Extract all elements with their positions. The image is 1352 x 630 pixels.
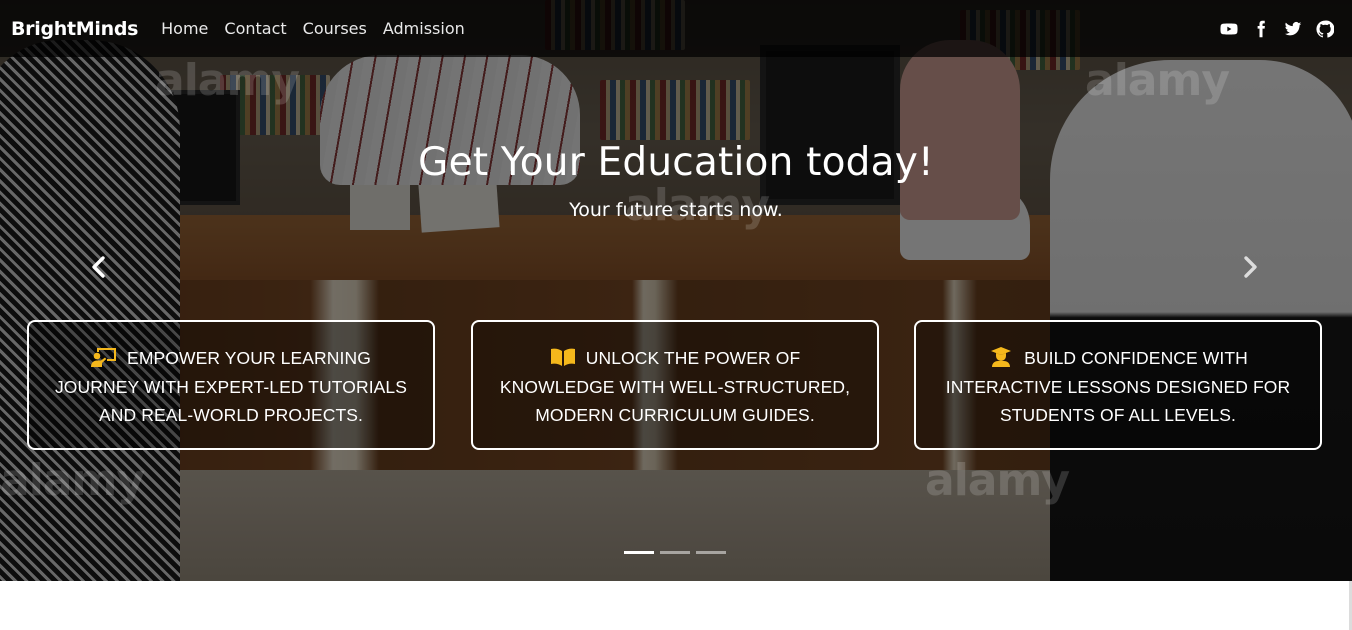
nav-link-home[interactable]: Home xyxy=(161,19,208,38)
feature-card: Empower your learning journey with exper… xyxy=(27,320,435,450)
carousel-indicator-1[interactable] xyxy=(624,551,654,554)
navbar: BrightMinds Home Contact Courses Admissi… xyxy=(0,0,1352,57)
page-content-area xyxy=(0,581,1352,630)
social-links xyxy=(1219,19,1341,39)
open-book-icon xyxy=(550,347,576,367)
hero-subtitle: Your future starts now. xyxy=(569,199,783,221)
nav-link-contact[interactable]: Contact xyxy=(224,19,286,38)
carousel-next-button[interactable] xyxy=(1235,250,1265,284)
twitter-icon[interactable] xyxy=(1283,19,1303,39)
nav-link-admission[interactable]: Admission xyxy=(383,19,465,38)
hero-carousel: alamy alamy alamy alamy alamy Get Your E… xyxy=(0,0,1352,581)
feature-cards: Empower your learning journey with exper… xyxy=(27,320,1323,450)
nav-link-courses[interactable]: Courses xyxy=(303,19,367,38)
feature-card: Build confidence with interactive lesson… xyxy=(914,320,1322,450)
carousel-indicator-2[interactable] xyxy=(660,551,690,554)
teacher-board-icon xyxy=(91,347,117,367)
carousel-indicators xyxy=(624,551,726,554)
github-icon[interactable] xyxy=(1315,19,1335,39)
youtube-icon[interactable] xyxy=(1219,19,1239,39)
nav-links: Home Contact Courses Admission xyxy=(161,19,465,38)
brand-logo[interactable]: BrightMinds xyxy=(11,18,138,40)
carousel-prev-button[interactable] xyxy=(84,250,114,284)
carousel-indicator-3[interactable] xyxy=(696,551,726,554)
feature-card: Unlock the power of knowledge with well-… xyxy=(471,320,879,450)
hero-caption: Get Your Education today! Your future st… xyxy=(0,140,1352,221)
chevron-left-icon xyxy=(92,256,105,278)
hero-dark-overlay xyxy=(0,0,1352,581)
facebook-icon[interactable] xyxy=(1251,19,1271,39)
hero-title: Get Your Education today! xyxy=(418,140,934,185)
graduate-icon xyxy=(988,347,1014,367)
chevron-right-icon xyxy=(1244,256,1257,278)
